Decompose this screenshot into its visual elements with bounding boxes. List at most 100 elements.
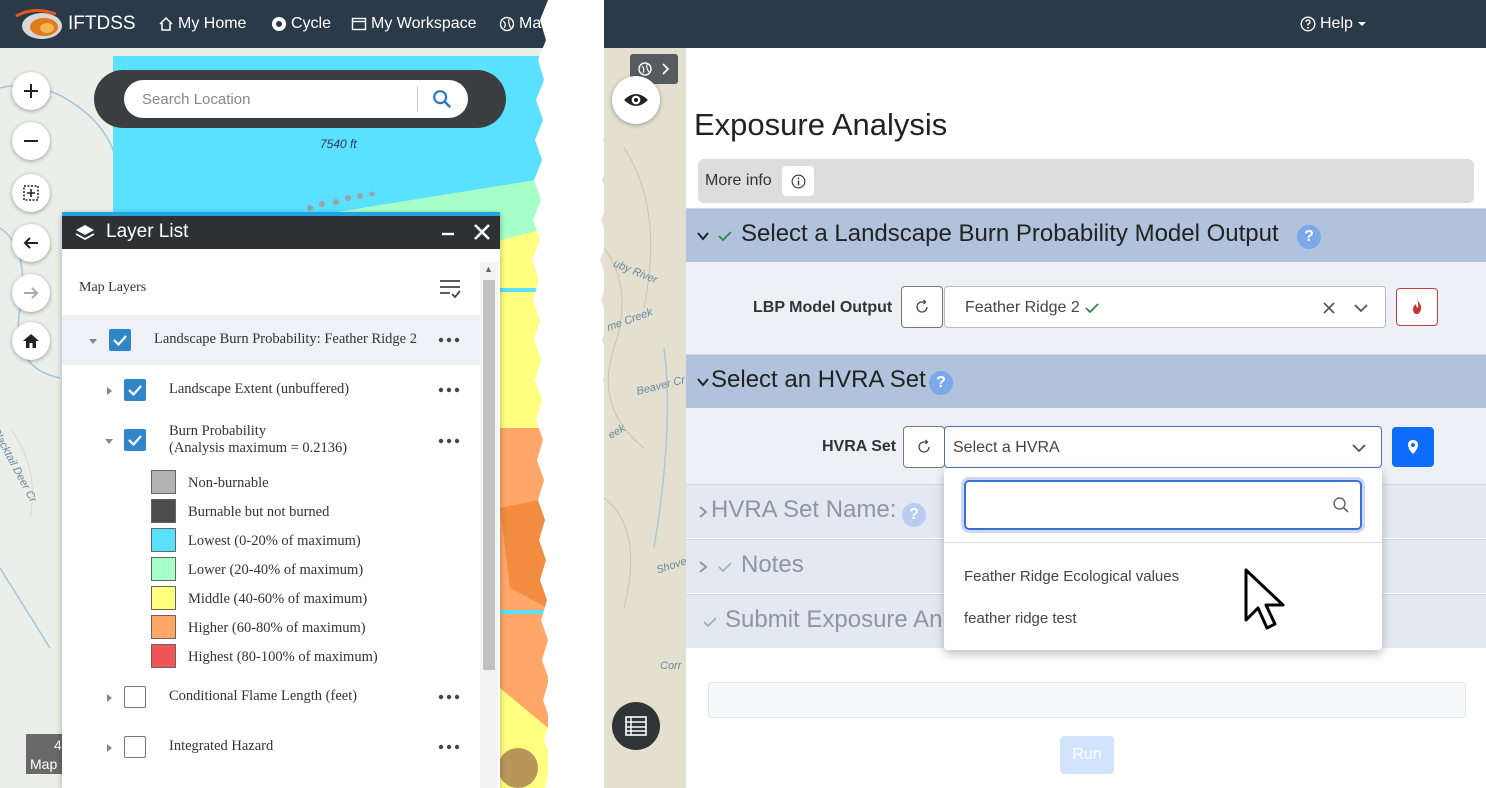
layer-checkbox[interactable] <box>124 736 146 758</box>
hvra-map-button[interactable] <box>1392 427 1434 467</box>
clear-icon[interactable] <box>1321 300 1337 316</box>
top-navbar-right: Help <box>604 0 1486 48</box>
search-icon <box>1333 497 1349 513</box>
layer-name: Burn Probability <box>169 423 267 439</box>
help-question-icon[interactable]: ? <box>1297 225 1321 249</box>
next-extent-button[interactable] <box>12 274 50 312</box>
attribute-table-button[interactable] <box>612 702 660 750</box>
layer-checkbox[interactable] <box>124 379 146 401</box>
zoom-extent-button[interactable] <box>12 174 50 212</box>
dropdown-divider <box>944 542 1382 543</box>
zoom-in-button[interactable] <box>12 72 50 110</box>
elevation-label: 7540 ft <box>320 137 357 151</box>
layer-row-burn-probability[interactable]: Burn Probability (Analysis maximum = 0.2… <box>62 415 480 467</box>
check-icon <box>113 335 127 347</box>
top-navbar: IFTDSS My Home Cycle My Workspace Ma <box>0 0 548 48</box>
nav-my-workspace[interactable]: My Workspace <box>351 0 477 48</box>
hvra-field-label: HVRA Set <box>822 438 897 455</box>
location-search-input[interactable] <box>142 88 414 110</box>
minimize-button[interactable] <box>438 218 458 246</box>
cycle-icon <box>272 17 286 31</box>
workspace-icon <box>351 17 367 31</box>
table-icon <box>625 716 647 736</box>
location-search-box <box>124 80 468 118</box>
caret-right-icon[interactable] <box>103 385 115 397</box>
layer-row-landscape-burn-probability[interactable]: Landscape Burn Probability: Feather Ridg… <box>62 315 480 365</box>
hvra-option[interactable]: feather ridge test <box>964 610 1077 627</box>
more-options-icon[interactable] <box>438 437 460 445</box>
legend-label: Burnable but not burned <box>188 504 330 520</box>
layer-row-conditional-flame-length[interactable]: Conditional Flame Length (feet) <box>62 672 480 722</box>
help-menu[interactable]: Help <box>1300 0 1367 48</box>
chevron-down-icon[interactable] <box>1351 440 1367 456</box>
scale-value: 4 <box>54 737 62 753</box>
nav-my-home[interactable]: My Home <box>158 0 246 48</box>
layer-checkbox[interactable] <box>124 686 146 708</box>
fire-icon <box>1413 300 1422 314</box>
brand-name[interactable]: IFTDSS <box>68 0 136 48</box>
layer-options-icon[interactable] <box>438 276 462 300</box>
section-lbp-title: Select a Landscape Burn Probability Mode… <box>741 220 1279 247</box>
close-icon <box>474 224 490 240</box>
run-button[interactable]: Run <box>1060 736 1114 774</box>
more-options-icon[interactable] <box>438 336 460 344</box>
scroll-up-icon[interactable]: ▲ <box>484 264 494 274</box>
lbp-fire-button[interactable] <box>1396 288 1438 326</box>
layer-checkbox[interactable] <box>109 329 131 351</box>
question-circle-icon <box>1300 16 1316 32</box>
layer-list-title: Layer List <box>106 221 189 242</box>
caret-down-icon[interactable] <box>103 435 115 447</box>
hvra-dropdown-search <box>964 480 1362 530</box>
more-options-icon[interactable] <box>438 743 460 751</box>
hvra-refresh-button[interactable] <box>903 426 945 468</box>
legend-swatch <box>151 470 176 494</box>
section-hvra-header[interactable]: Select an HVRA Set ? <box>686 354 1486 408</box>
globe-icon <box>499 16 515 32</box>
hvra-select[interactable]: Select a HVRA <box>944 426 1382 468</box>
layer-name: Integrated Hazard <box>169 738 274 754</box>
caret-down-icon[interactable] <box>87 335 99 347</box>
eye-icon <box>624 94 648 106</box>
lbp-selected-text: Feather Ridge 2 <box>965 299 1080 316</box>
page-title: Exposure Analysis <box>694 107 948 142</box>
legend-swatch <box>151 499 176 523</box>
lbp-refresh-button[interactable] <box>901 286 943 328</box>
more-info-button[interactable] <box>782 166 814 196</box>
caret-right-icon[interactable] <box>103 742 115 754</box>
more-options-icon[interactable] <box>438 693 460 701</box>
scroll-thumb[interactable] <box>483 280 495 670</box>
visibility-button[interactable] <box>612 76 660 124</box>
home-extent-button[interactable] <box>12 322 50 360</box>
help-question-icon[interactable]: ? <box>929 371 953 395</box>
more-options-icon[interactable] <box>438 386 460 394</box>
left-map-pane: 7540 ft Blacktail Deer Cr IFTDSS My Home… <box>0 0 548 788</box>
close-button[interactable] <box>470 220 494 244</box>
section-lbp-header[interactable]: Select a Landscape Burn Probability Mode… <box>686 208 1486 262</box>
help-label: Help <box>1320 15 1353 32</box>
chevron-down-icon[interactable] <box>1353 300 1369 316</box>
search-icon[interactable] <box>430 88 454 110</box>
scale-widget[interactable]: 4 Map <box>26 734 62 774</box>
nav-cycle[interactable]: Cycle <box>271 0 331 48</box>
caret-right-icon[interactable] <box>103 692 115 704</box>
zoom-out-button[interactable] <box>12 122 50 160</box>
hvra-search-input[interactable] <box>976 494 1316 516</box>
help-question-icon[interactable]: ? <box>902 503 926 527</box>
check-icon <box>128 435 142 447</box>
chevron-right-icon <box>699 506 708 518</box>
legend-label: Middle (40-60% of maximum) <box>188 591 368 607</box>
layer-list-scrollbar[interactable]: ▲ <box>480 262 498 788</box>
section-notes-title: Notes <box>741 551 804 578</box>
layer-row-landscape-extent[interactable]: Landscape Extent (unbuffered) <box>62 365 480 415</box>
caret-down-icon <box>1357 22 1366 26</box>
map-strip[interactable]: uby River me Creek Beaver Cr eek Shove C… <box>604 48 688 788</box>
hvra-option[interactable]: Feather Ridge Ecological values <box>964 568 1179 585</box>
layer-checkbox[interactable] <box>124 429 146 451</box>
lbp-select[interactable]: Feather Ridge 2 <box>944 286 1386 328</box>
minimize-icon <box>442 232 454 236</box>
analysis-name-box[interactable] <box>708 682 1466 718</box>
ifdss-logo-icon[interactable] <box>14 6 66 42</box>
search-separator <box>417 86 418 112</box>
previous-extent-button[interactable] <box>12 224 50 262</box>
layer-row-integrated-hazard[interactable]: Integrated Hazard <box>62 722 480 772</box>
